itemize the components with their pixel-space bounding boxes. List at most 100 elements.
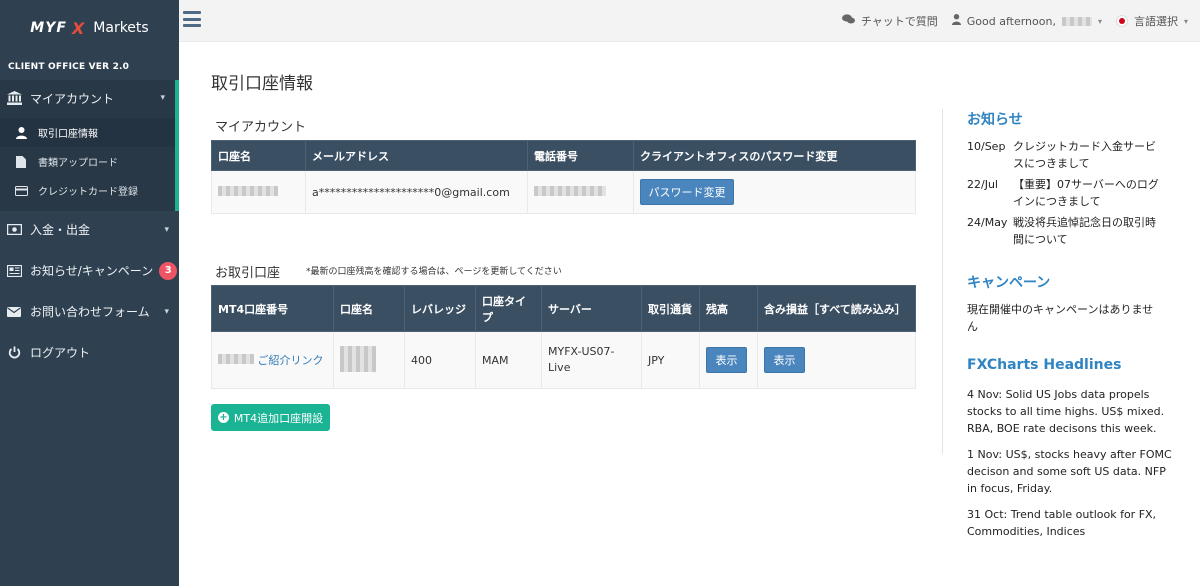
referral-link[interactable]: ご紹介リンク [258,354,324,367]
sidebar-item-logout[interactable]: ログアウト [0,332,179,373]
my-account-heading: マイアカウント [215,120,307,135]
notice-heading: お知らせ [967,112,1023,128]
column-header: 口座名 [333,285,405,332]
balance-cell: 表示 [699,331,758,389]
logo-markets: Markets [93,20,149,36]
sidebar-subitem-account-info[interactable]: 取引口座情報 [0,118,175,147]
bank-icon [6,91,22,105]
column-header: 口座タイプ [475,285,542,332]
credit-card-icon [14,185,28,196]
notice-text: 【重要】07サーバーへのログインにつきまして [1013,178,1159,208]
sidebar-item-deposit[interactable]: 入金・出金 ▾ [0,209,179,250]
phone-cell [527,170,634,214]
account-table: 口座名 メールアドレス 電話番号 クライアントオフィスのパスワード変更 a***… [211,140,916,214]
column-header: MT4口座番号 [211,285,334,332]
sidebar-submenu: 取引口座情報 書類アップロード クレジットカード登録 [0,116,179,211]
sidebar-item-label: ログアウト [30,346,91,360]
language-label: 言語選択 [1133,15,1178,28]
sidebar: MYF X Markets CLIENT OFFICE VER 2.0 マイアカウン… [0,0,179,586]
column-header: サーバー [541,285,642,332]
logo-x: X [71,18,85,38]
chevron-down-icon: ▾ [164,306,169,317]
language-selector[interactable]: 言語選択 ▾ [1115,13,1188,29]
chat-link[interactable]: チャットで質問 [841,13,938,29]
logo-brand: MYF [30,20,67,36]
column-header: メールアドレス [305,140,528,171]
list-item[interactable]: 24/May 戦没将兵追悼記念日の取引時間について [967,214,1163,248]
column-header: 取引通貨 [641,285,700,332]
table-header-row: 口座名 メールアドレス 電話番号 クライアントオフィスのパスワード変更 [211,140,916,171]
notice-text: 戦没将兵追悼記念日の取引時間について [1013,216,1156,246]
list-item[interactable]: 22/Jul 【重要】07サーバーへのログインにつきまして [967,176,1163,210]
greeting-label: Good afternoon, [966,14,1056,28]
email-cell: a*********************0@gmail.com [305,170,528,214]
sidebar-item-label: マイアカウント [30,91,115,106]
user-greeting[interactable]: Good afternoon, ▾ [951,14,1102,28]
account-name-redacted [218,185,278,196]
table-row: ご紹介リンク 400 MAM MYFX-US07-Live JPY 表示 表示 [211,331,916,389]
notice-date: 24/May [967,216,1008,229]
sidebar-subitem-label: 書類アップロード [38,158,118,169]
add-mt4-account-button[interactable]: + MT4追加口座開設 [211,404,330,431]
menu-toggle-icon[interactable] [183,10,201,28]
sidebar-item-label: 入金・出金 [30,223,91,237]
file-icon [14,155,28,168]
unrealized-pl-header[interactable]: 含み損益［すべて読み込み］ [757,285,916,332]
account-number-redacted [218,353,254,364]
notification-badge: 3 [159,261,178,280]
show-balance-button[interactable]: 表示 [706,347,747,373]
notice-text: クレジットカード入金サービスにつきまして [1013,140,1156,170]
password-cell: パスワード変更 [633,170,916,214]
caret-down-icon: ▾ [1183,16,1188,26]
table-row: a*********************0@gmail.com パスワード変… [211,170,916,214]
plus-circle-icon: + [217,412,229,423]
account-name-cell [333,331,405,389]
change-password-button[interactable]: パスワード変更 [640,179,734,205]
main-content: 取引口座情報 マイアカウント 口座名 メールアドレス 電話番号 クライアントオフ… [179,43,941,586]
user-icon [14,126,28,139]
mt4-account-cell: ご紹介リンク [211,331,334,389]
account-name-cell [211,170,306,214]
list-item[interactable]: 1 Nov: US$, stocks heavy after FOMC deci… [967,446,1177,497]
list-item[interactable]: 10/Sep クレジットカード入金サービスにつきまして [967,138,1163,172]
show-pl-button[interactable]: 表示 [764,347,805,373]
username-redacted [1061,16,1092,26]
notice-date: 10/Sep [967,140,1006,153]
top-bar: チャットで質問 Good afternoon, ▾ 言語選択 ▾ [179,0,1200,42]
trading-accounts-table: MT4口座番号 口座名 レバレッジ 口座タイプ サーバー 取引通貨 残高 含み損… [211,285,916,389]
phone-redacted [534,185,606,196]
campaign-text: 現在開催中のキャンペーンはありません [967,303,1154,333]
notice-list: 10/Sep クレジットカード入金サービスにつきまして 22/Jul 【重要】0… [967,138,1163,252]
sidebar-item-label: お問い合わせフォーム [30,305,150,319]
sidebar-subitem-credit-card[interactable]: クレジットカード登録 [0,176,175,205]
japan-flag-icon [1115,15,1128,27]
sidebar-subitem-document-upload[interactable]: 書類アップロード [0,147,175,176]
sidebar-item-my-account[interactable]: マイアカウント ▾ [0,80,179,116]
sidebar-item-label: お知らせ/キャンペーン [30,264,154,278]
chevron-down-icon: ▾ [160,93,165,103]
unrealized-pl-cell: 表示 [757,331,916,389]
server-cell: MYFX-US07-Live [541,331,642,389]
sidebar-item-news[interactable]: お知らせ/キャンペーン 3 [0,250,179,291]
add-account-label: MT4追加口座開設 [233,411,324,425]
chat-icon [841,14,855,28]
trading-accounts-heading: お取引口座 [215,266,281,281]
column-header: 口座名 [211,140,306,171]
account-name-redacted [340,345,376,372]
version-label: CLIENT OFFICE VER 2.0 [8,62,130,72]
caret-down-icon: ▾ [1097,16,1102,26]
sidebar-subitem-label: 取引口座情報 [38,129,98,140]
table-header-row: MT4口座番号 口座名 レバレッジ 口座タイプ サーバー 取引通貨 残高 含み損… [211,285,916,332]
logo[interactable]: MYF X Markets [0,0,179,56]
notice-date: 22/Jul [967,178,998,191]
sidebar-item-contact[interactable]: お問い合わせフォーム ▾ [0,291,179,332]
column-header: レバレッジ [404,285,476,332]
list-item[interactable]: 31 Oct: Trend table outlook for FX, Comm… [967,506,1177,540]
list-item[interactable]: 4 Nov: Solid US Jobs data propels stocks… [967,386,1177,437]
leverage-cell: 400 [404,331,476,389]
currency-cell: JPY [641,331,700,389]
chat-label: チャットで質問 [860,15,938,28]
campaign-heading: キャンペーン [967,275,1051,291]
account-type-cell: MAM [475,331,542,389]
chevron-down-icon: ▾ [164,224,169,235]
